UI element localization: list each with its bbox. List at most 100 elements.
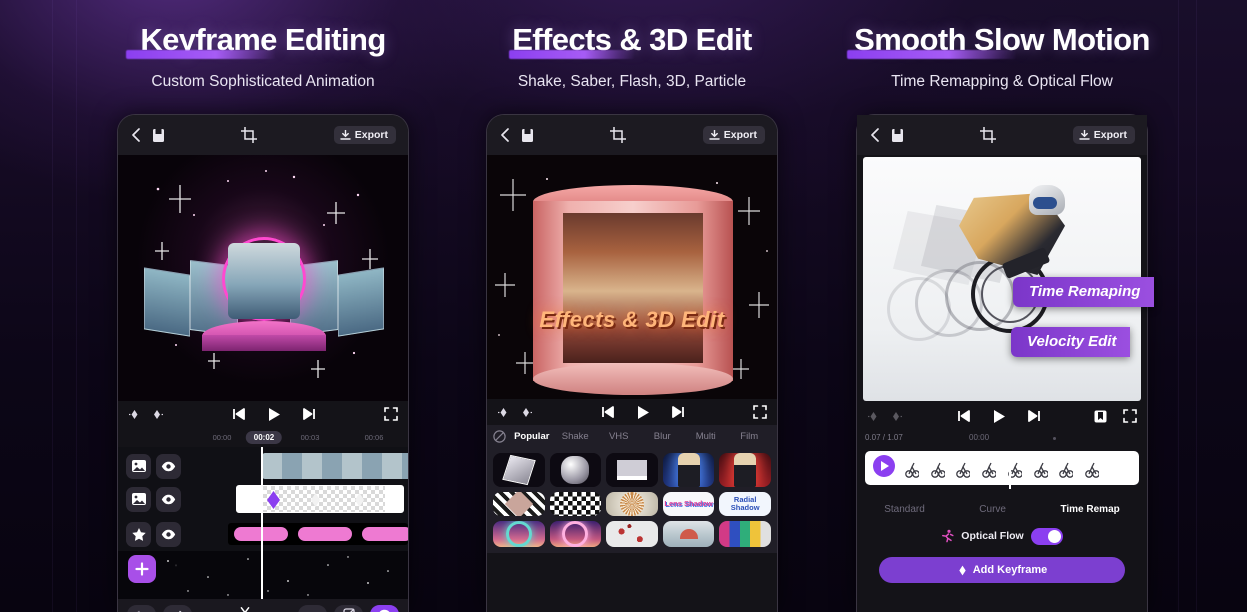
tab-multi[interactable]: Multi	[684, 431, 728, 442]
fullscreen-icon[interactable]	[384, 407, 398, 421]
play-icon[interactable]	[992, 409, 1006, 424]
app-topbar: Export	[487, 115, 777, 155]
redo-icon[interactable]	[163, 604, 192, 612]
phone-mockup-effects: Export Effects & 3D Edit Popular Shake V…	[486, 114, 778, 612]
tab-standard[interactable]: Standard	[884, 504, 925, 515]
selected-clip[interactable]	[236, 485, 404, 513]
video-preview-canvas[interactable]: Time Remaping Velocity Edit	[863, 157, 1155, 401]
image-layer-icon[interactable]	[126, 486, 151, 512]
save-icon[interactable]	[891, 128, 904, 143]
fullscreen-icon[interactable]	[753, 405, 767, 419]
video-preview-canvas[interactable]	[118, 155, 408, 401]
tab-curve[interactable]: Curve	[979, 504, 1006, 515]
export-button[interactable]: Export	[1072, 126, 1136, 144]
export-button[interactable]: Export	[702, 126, 766, 144]
table-row[interactable]	[118, 451, 408, 481]
eye-icon[interactable]	[156, 521, 181, 547]
effect-thumb-lens-shadow[interactable]: Lens Shadow	[662, 492, 715, 516]
effect-thumb-kaleidoscope[interactable]	[606, 492, 658, 516]
tab-time-remap[interactable]: Time Remap	[1060, 504, 1119, 515]
speed-ramp-clip[interactable]	[865, 451, 1139, 485]
keyframe-prev-icon[interactable]	[867, 411, 880, 422]
effect-thumb-red-lightning[interactable]	[719, 453, 771, 487]
skip-next-icon[interactable]	[672, 406, 685, 418]
mask-icon[interactable]	[334, 604, 363, 612]
keyframe-next-icon[interactable]	[890, 411, 903, 422]
table-row[interactable]	[118, 519, 408, 549]
crop-icon[interactable]	[241, 127, 258, 143]
frame-thumbnail	[1085, 462, 1100, 478]
keyframe-prev-icon[interactable]	[497, 407, 510, 418]
crop-icon[interactable]	[610, 127, 627, 143]
effect-thumb-radial-shadow[interactable]: Radial Shadow	[719, 492, 771, 516]
effect-thumb-neon-ring-b[interactable]	[549, 521, 602, 547]
timeline-ruler[interactable]: 0.07 / 1.07 00:00	[857, 429, 1147, 447]
cylinder-bottom	[533, 363, 733, 395]
effect-thumb-sphere-3d[interactable]	[549, 453, 602, 487]
scissors-icon[interactable]	[238, 606, 252, 612]
tab-vhs[interactable]: VHS	[597, 431, 641, 442]
effect-track[interactable]	[228, 523, 408, 545]
timeline-ruler[interactable]: 00:00 00:02 00:03 00:06	[118, 427, 408, 447]
tab-popular[interactable]: Popular	[510, 431, 554, 442]
chevron-left-icon[interactable]	[130, 128, 142, 142]
video-clip[interactable]	[262, 453, 408, 479]
starfield-track[interactable]	[118, 551, 408, 599]
video-preview-canvas[interactable]: Effects & 3D Edit	[487, 155, 777, 399]
effect-thumb-screen-3d[interactable]	[606, 453, 658, 487]
add-keyframe-button[interactable]: Add Keyframe	[879, 557, 1125, 583]
effect-thumb-neon-ring-a[interactable]	[493, 521, 545, 547]
eye-icon[interactable]	[370, 604, 399, 612]
save-icon[interactable]	[152, 128, 165, 143]
effect-thumb-rgb-bars[interactable]	[719, 521, 771, 547]
effect-label: Radial Shadow	[730, 495, 760, 512]
skip-previous-icon[interactable]	[601, 406, 614, 418]
play-icon[interactable]	[636, 405, 650, 420]
tab-blur[interactable]: Blur	[641, 431, 685, 442]
effect-thumb-diamond-mirror[interactable]	[493, 492, 545, 516]
effect-thumb-cube-3d[interactable]	[493, 453, 545, 487]
optical-flow-toggle[interactable]	[1030, 527, 1063, 545]
skip-next-icon[interactable]	[303, 408, 316, 420]
transport-controls	[857, 403, 1147, 429]
keyframe-icon	[957, 565, 968, 576]
tab-film[interactable]: Film	[728, 431, 772, 442]
sticker-layer-icon[interactable]	[126, 521, 151, 547]
bookmark-icon[interactable]	[1094, 410, 1107, 423]
export-button[interactable]: Export	[333, 126, 397, 144]
fullscreen-icon[interactable]	[1123, 409, 1137, 423]
none-circle-icon[interactable]	[493, 429, 506, 443]
keyframe-next-icon[interactable]	[520, 407, 533, 418]
ruler-tick: 00:03	[300, 432, 320, 442]
download-icon	[709, 129, 720, 141]
curve-icon[interactable]	[298, 604, 327, 612]
undo-icon[interactable]	[127, 604, 156, 612]
effect-thumb-blue-lightning[interactable]	[662, 453, 715, 487]
keyframe-next-icon[interactable]	[151, 409, 164, 420]
effect-thumb-snow-bokeh[interactable]	[606, 521, 658, 547]
save-icon[interactable]	[521, 128, 534, 143]
speed-timeline[interactable]	[857, 451, 1147, 489]
eye-icon[interactable]	[156, 486, 181, 512]
chevron-left-icon[interactable]	[869, 128, 881, 142]
skip-next-icon[interactable]	[1027, 410, 1041, 422]
timeline-tracks[interactable]	[118, 447, 408, 599]
effect-thumb-pastel-scene[interactable]	[662, 521, 715, 547]
image-layer-icon[interactable]	[126, 453, 151, 479]
play-icon[interactable]	[267, 407, 281, 422]
chevron-left-icon[interactable]	[499, 128, 511, 142]
optical-flow-row: Optical Flow	[857, 523, 1147, 549]
optical-flow-label: Optical Flow	[961, 530, 1024, 542]
skip-previous-icon[interactable]	[232, 408, 245, 420]
speed-play-button[interactable]	[873, 455, 895, 477]
transport-controls	[487, 399, 777, 425]
table-row[interactable]	[118, 483, 408, 515]
tab-shake[interactable]: Shake	[554, 431, 598, 442]
add-layer-button[interactable]	[128, 555, 156, 583]
effect-thumb-checker-mirror[interactable]	[549, 492, 602, 516]
eye-icon[interactable]	[156, 453, 181, 479]
skip-previous-icon[interactable]	[957, 410, 970, 422]
keyframe-prev-icon[interactable]	[128, 409, 141, 420]
crop-icon[interactable]	[980, 127, 997, 143]
frame-thumbnail	[930, 462, 945, 478]
